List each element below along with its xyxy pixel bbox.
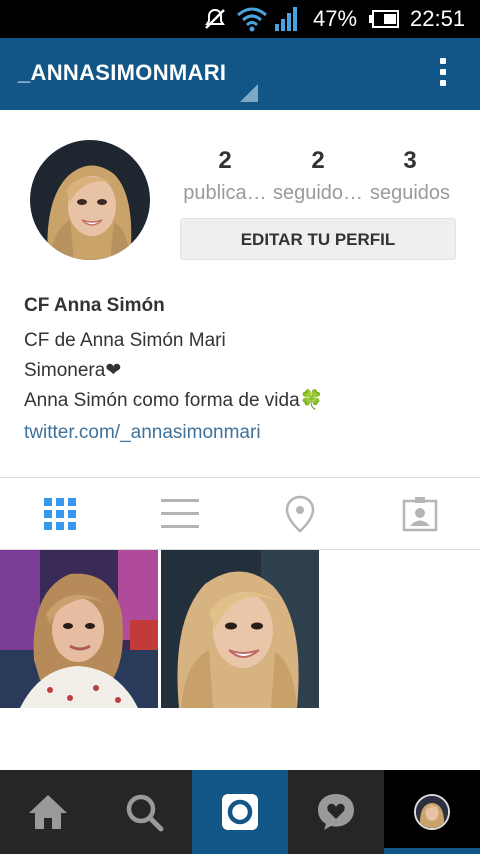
tab-grid[interactable] xyxy=(0,478,120,550)
search-icon xyxy=(126,794,164,832)
photo-thumbnail[interactable] xyxy=(0,550,158,708)
posts-count[interactable]: 2 publica… xyxy=(178,146,272,210)
profile-avatar[interactable] xyxy=(30,140,150,260)
stat-number: 2 xyxy=(218,147,232,174)
stat-number: 3 xyxy=(403,147,417,174)
clock: 22:51 xyxy=(410,6,466,31)
nav-camera[interactable] xyxy=(192,770,288,854)
status-bar: 47% 22:51 xyxy=(0,0,480,38)
photo-thumbnail[interactable] xyxy=(161,550,319,708)
stat-label: seguidos xyxy=(369,182,451,204)
home-icon xyxy=(29,795,67,829)
battery-icon xyxy=(369,10,399,28)
profile-bio: CF Anna Simón CF de Anna Simón Mari Simo… xyxy=(24,292,464,448)
account-switcher[interactable]: _ANNASIMONMARI xyxy=(18,60,226,86)
stat-number: 2 xyxy=(311,147,325,174)
stat-label: seguido… xyxy=(272,182,364,204)
photo-image xyxy=(0,550,158,708)
wifi-icon xyxy=(237,7,267,32)
activity-heart-icon xyxy=(318,794,354,830)
profile-photo xyxy=(30,140,150,260)
profile-view-tabs xyxy=(0,477,480,550)
nav-profile[interactable] xyxy=(384,770,480,854)
tab-list[interactable] xyxy=(120,478,240,550)
app-header: _ANNASIMONMARI xyxy=(0,38,480,110)
location-pin-icon xyxy=(285,495,315,533)
nav-search[interactable] xyxy=(96,770,192,854)
stat-label: publica… xyxy=(183,182,267,204)
photo-image xyxy=(161,550,319,708)
tagged-photos-icon xyxy=(402,497,438,532)
website-link[interactable]: twitter.com/_annasimonmari xyxy=(24,418,464,448)
full-name: CF Anna Simón xyxy=(24,295,165,316)
profile-avatar xyxy=(414,794,450,830)
edit-profile-button[interactable]: EDITAR TU PERFIL xyxy=(180,218,456,260)
bio-line: CF de Anna Simón Mari xyxy=(24,330,226,351)
grid-icon xyxy=(44,498,76,530)
active-tab-indicator xyxy=(384,848,480,854)
battery-percent: 47% xyxy=(313,6,358,31)
list-icon xyxy=(161,499,199,528)
camera-icon xyxy=(222,794,258,830)
bio-line: Anna Simón como forma de vida🍀 xyxy=(24,390,324,411)
nav-activity[interactable] xyxy=(288,770,384,854)
dropdown-corner-icon[interactable] xyxy=(240,84,258,102)
mute-icon xyxy=(205,8,225,29)
nav-home[interactable] xyxy=(0,770,96,854)
tab-location[interactable] xyxy=(240,478,360,550)
following-count[interactable]: 3 seguidos xyxy=(363,146,457,210)
signal-icon xyxy=(275,7,297,31)
bottom-navigation xyxy=(0,770,480,854)
followers-count[interactable]: 2 seguido… xyxy=(271,146,365,210)
bio-line: Simonera❤ xyxy=(24,360,122,381)
tab-tagged[interactable] xyxy=(360,478,480,550)
overflow-menu-icon[interactable] xyxy=(436,58,450,92)
